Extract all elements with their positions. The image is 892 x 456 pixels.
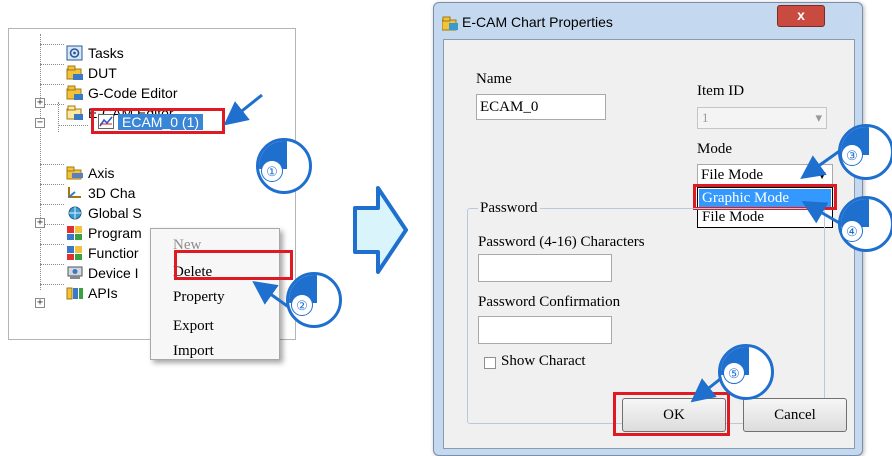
step1-pointer (223, 93, 263, 126)
step-2-number: ② (291, 294, 313, 316)
step-4-number: ④ (841, 220, 863, 242)
step-3-number: ③ (841, 144, 863, 166)
step-5-number: ⑤ (723, 362, 745, 384)
step-1-number: ① (261, 160, 283, 182)
